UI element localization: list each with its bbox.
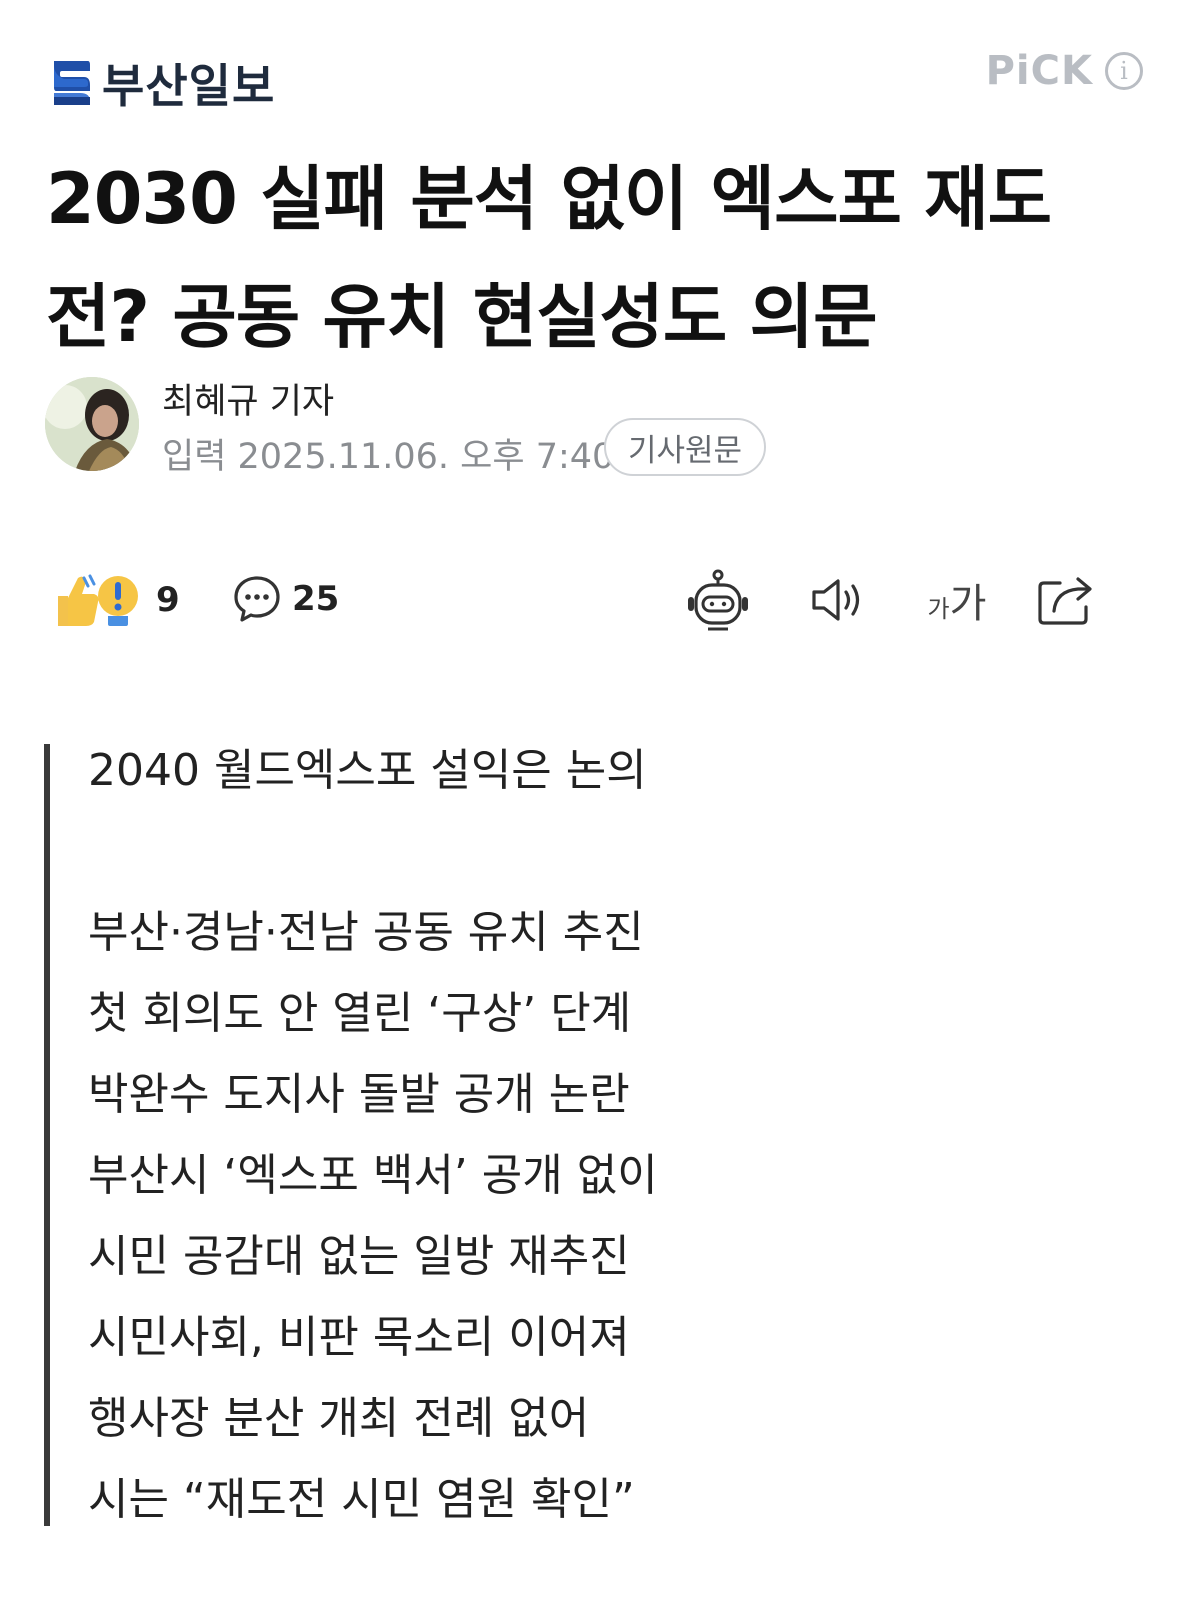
article-title: 2030 실패 분석 없이 엑스포 재도 전? 공동 유치 현실성도 의문 [46, 140, 1146, 376]
reporter-avatar[interactable] [45, 377, 139, 471]
summary-line: 시는 “재도전 시민 염원 확인” [88, 1474, 635, 1525]
reaction-button[interactable]: 9 [50, 572, 180, 628]
app-header: 부산일보 PiCK i [0, 0, 1179, 140]
summary-line: 부산시 ‘엑스포 백서’ 공개 없이 [88, 1150, 658, 1201]
ai-summary-robot-icon [688, 569, 748, 631]
text-to-speech-button[interactable] [806, 568, 870, 632]
summary-line: 행사장 분산 개최 전례 없어 [88, 1393, 590, 1444]
summary-line: 첫 회의도 안 열린 ‘구상’ 단계 [88, 988, 632, 1039]
summary-line: 2040 월드엑스포 설익은 논의 [88, 745, 647, 796]
share-button[interactable] [1034, 568, 1098, 632]
comment-icon [234, 576, 280, 622]
reaction-icon [58, 574, 138, 626]
pick-label[interactable]: PiCK [986, 48, 1093, 94]
summary-line: 부산·경남·전남 공동 유치 추진 [88, 907, 644, 958]
reporter-name[interactable]: 최혜규 기자 [162, 373, 334, 424]
share-icon [1038, 577, 1092, 625]
reaction-count: 9 [156, 580, 180, 620]
summary-line: 시민 공감대 없는 일방 재추진 [88, 1231, 630, 1282]
info-icon[interactable]: i [1105, 52, 1143, 90]
original-article-button[interactable]: 기사원문 [604, 418, 767, 476]
comment-button[interactable]: 25 [232, 574, 339, 624]
busan-ilbo-logo-icon [54, 61, 90, 105]
summary-line: 시민사회, 비판 목소리 이어져 [88, 1312, 630, 1363]
ai-summary-button[interactable] [686, 568, 750, 632]
article-title-line-2: 전? 공동 유치 현실성도 의문 [46, 276, 877, 358]
publish-date: 입력 2025.11.06. 오후 7:40 [162, 437, 615, 477]
summary-line: 박완수 도지사 돌발 공개 논란 [88, 1069, 630, 1120]
font-size-button[interactable]: 가가 [922, 568, 992, 632]
press-logo[interactable]: 부산일보 [50, 50, 275, 116]
press-name: 부산일보 [102, 59, 276, 113]
comment-count: 25 [292, 579, 340, 619]
speaker-icon [812, 579, 860, 621]
article-summary: 2040 월드엑스포 설익은 논의 부산·경남·전남 공동 유치 추진 첫 회의… [88, 736, 658, 1546]
summary-quote-bar [44, 744, 50, 1526]
article-title-line-1: 2030 실패 분석 없이 엑스포 재도 [46, 158, 1052, 240]
reporter-photo [45, 377, 139, 471]
font-size-icon: 가가 [927, 581, 987, 627]
